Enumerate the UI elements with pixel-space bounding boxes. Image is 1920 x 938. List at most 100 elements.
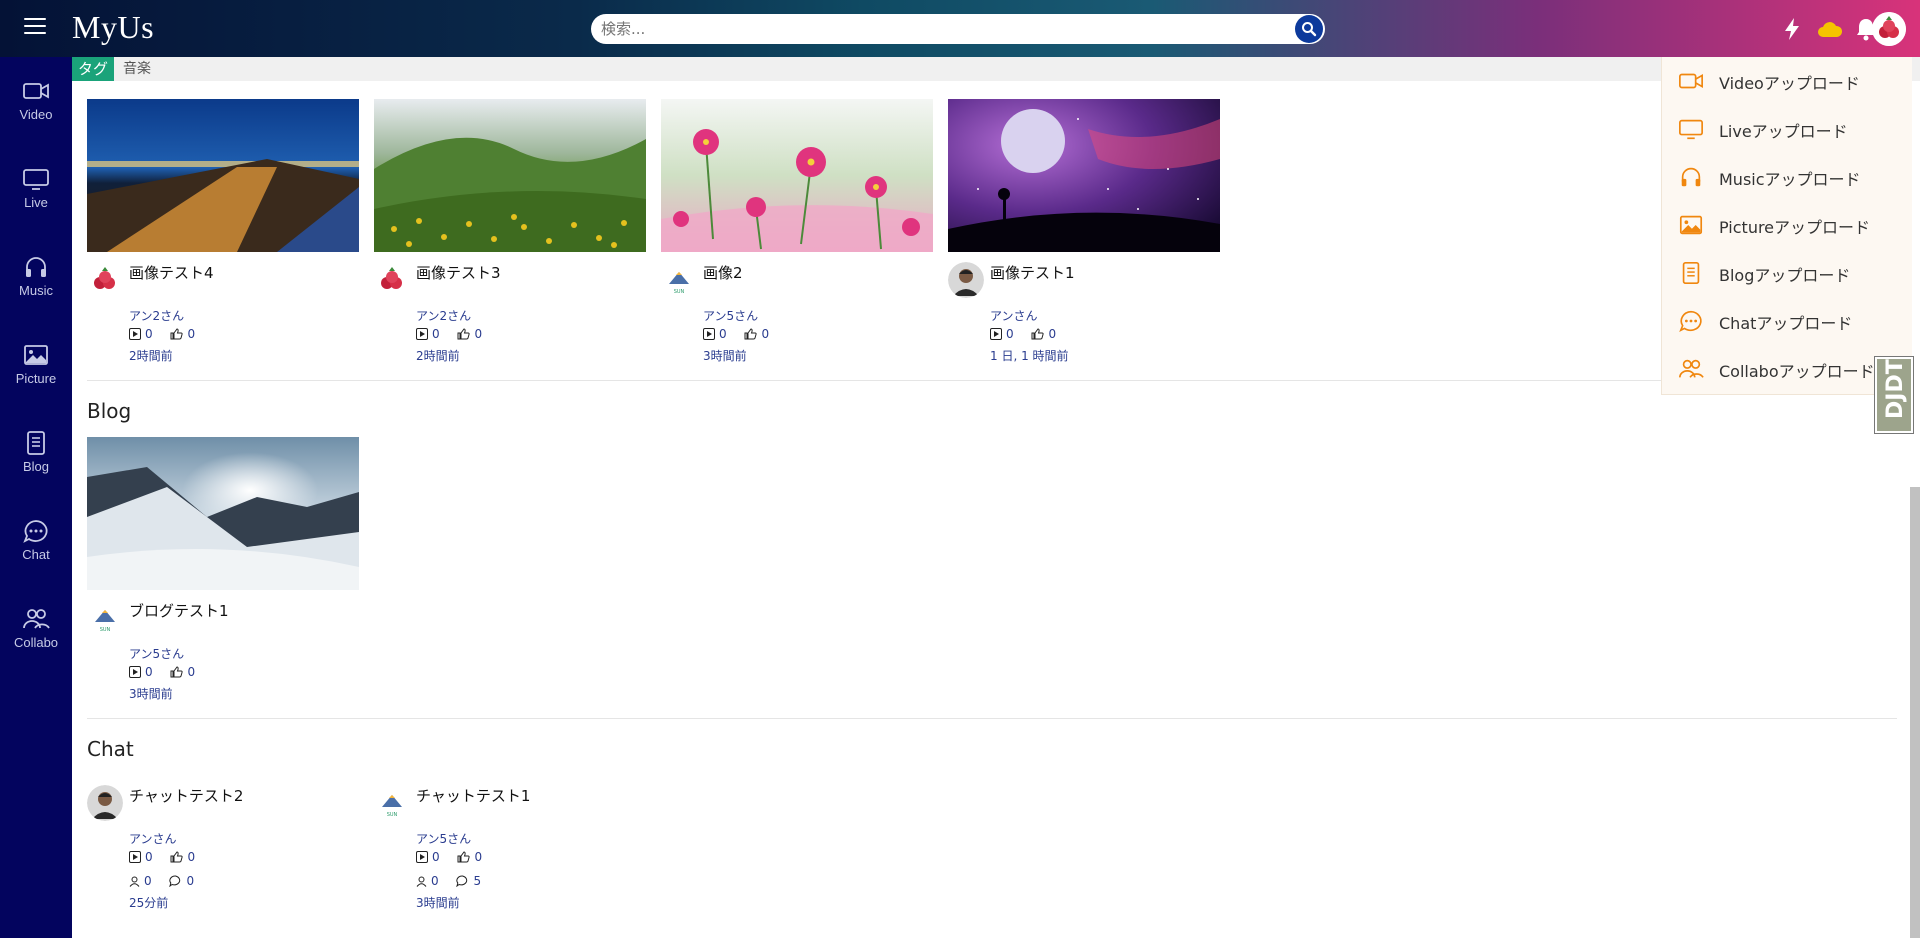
play-icon: [129, 666, 141, 678]
dropdown-item-music-upload[interactable]: Musicアップロード: [1662, 153, 1913, 201]
picture-card[interactable]: 画像テスト1 アンさん 0 0 1 日, 1 時間前: [948, 99, 1220, 363]
author-avatar[interactable]: [374, 262, 410, 298]
search-button[interactable]: [1295, 15, 1323, 43]
card-stats: 0 0: [703, 327, 783, 341]
sidebar-item-video[interactable]: Video: [0, 79, 72, 159]
author-avatar[interactable]: [87, 262, 123, 298]
card-stats: 0 0: [129, 850, 209, 864]
like-icon: [170, 666, 184, 678]
user-avatar[interactable]: [1872, 12, 1906, 46]
user-count: 0: [144, 874, 152, 888]
card-author[interactable]: アンさん: [129, 830, 177, 847]
debug-toolbar-label: DJDT: [1883, 359, 1908, 419]
chat-section-title: Chat: [87, 737, 134, 761]
like-icon: [170, 328, 184, 340]
card-author[interactable]: アン5さん: [416, 830, 471, 847]
author-avatar[interactable]: SUN: [87, 600, 123, 636]
hamburger-menu-icon[interactable]: [24, 18, 46, 36]
card-author[interactable]: アン2さん: [416, 307, 471, 324]
dropdown-item-label: Chatアップロード: [1719, 314, 1853, 333]
card-stats: 0 0: [129, 665, 209, 679]
lightning-icon[interactable]: [1779, 16, 1805, 42]
dropdown-item-label: Collaboアップロード: [1719, 362, 1875, 381]
card-stats: 0 0: [416, 327, 496, 341]
like-count: 0: [187, 665, 196, 679]
author-avatar[interactable]: [87, 785, 123, 821]
card-title[interactable]: 画像テスト4: [129, 262, 214, 283]
card-title[interactable]: チャットテスト1: [416, 785, 530, 806]
play-icon: [990, 328, 1002, 340]
card-title[interactable]: 画像2: [703, 262, 743, 283]
dropdown-item-blog-upload[interactable]: Blogアップロード: [1662, 249, 1913, 297]
picture-thumbnail[interactable]: [87, 99, 359, 252]
upload-dropdown-menu: Videoアップロード Liveアップロード Musicアップロード Pictu…: [1661, 57, 1912, 395]
search-input[interactable]: [601, 14, 1281, 44]
dropdown-item-label: Liveアップロード: [1719, 122, 1848, 141]
comment-icon: [456, 875, 468, 887]
monitor-icon: [1679, 119, 1703, 140]
card-author[interactable]: アン5さん: [129, 645, 184, 662]
picture-icon: [24, 345, 48, 365]
card-stats: 0 0: [416, 850, 496, 864]
card-author[interactable]: アン5さん: [703, 307, 758, 324]
picture-card[interactable]: SUN 画像2 アン5さん 0 0 3時間前: [661, 99, 933, 363]
play-icon: [129, 328, 141, 340]
view-count: 0: [145, 665, 153, 679]
sidebar-item-label: Chat: [22, 547, 50, 562]
sidebar-item-music[interactable]: Music: [0, 255, 72, 335]
card-title[interactable]: 画像テスト3: [416, 262, 501, 283]
like-count: 0: [187, 850, 196, 864]
headphones-icon: [26, 257, 46, 277]
card-chat-stats: 0 5: [416, 874, 495, 888]
picture-card[interactable]: 画像テスト4 アン2さん 0 0 2時間前: [87, 99, 359, 363]
top-header: MyUs: [0, 0, 1920, 57]
picture-thumbnail[interactable]: [948, 99, 1220, 252]
play-icon: [129, 851, 141, 863]
like-icon: [457, 851, 471, 863]
collabo-icon: [1679, 359, 1704, 378]
blog-thumbnail[interactable]: [87, 437, 359, 590]
card-time: 3時間前: [416, 896, 460, 910]
comment-count: 0: [186, 874, 195, 888]
dropdown-item-chat-upload[interactable]: Chatアップロード: [1662, 297, 1913, 345]
tag-label: タグ: [72, 57, 115, 81]
card-author[interactable]: アン2さん: [129, 307, 184, 324]
tag-value[interactable]: 音楽: [123, 57, 151, 81]
sidebar-item-collabo[interactable]: Collabo: [0, 607, 72, 687]
card-title[interactable]: ブログテスト1: [129, 600, 229, 621]
sidebar-item-chat[interactable]: Chat: [0, 519, 72, 599]
page-scrollbar[interactable]: [1910, 487, 1920, 938]
debug-toolbar-handle[interactable]: DJDT: [1875, 357, 1913, 433]
blog-card[interactable]: SUN ブログテスト1 アン5さん 0 0 3時間前: [87, 437, 359, 701]
monitor-icon: [23, 169, 49, 190]
picture-thumbnail[interactable]: [374, 99, 646, 252]
view-count: 0: [1006, 327, 1014, 341]
like-icon: [170, 851, 184, 863]
dropdown-item-live-upload[interactable]: Liveアップロード: [1662, 105, 1913, 153]
comment-icon: [169, 875, 181, 887]
site-logo[interactable]: MyUs: [72, 9, 154, 46]
video-icon: [1679, 73, 1703, 89]
tag-bar: タグ 音楽: [72, 57, 1920, 81]
card-title[interactable]: 画像テスト1: [990, 262, 1075, 283]
dropdown-item-video-upload[interactable]: Videoアップロード: [1662, 57, 1913, 105]
video-icon: [23, 83, 49, 99]
dropdown-item-picture-upload[interactable]: Pictureアップロード: [1662, 201, 1913, 249]
author-avatar[interactable]: SUN: [661, 262, 697, 298]
card-title[interactable]: チャットテスト2: [129, 785, 243, 806]
author-avatar[interactable]: SUN: [374, 785, 410, 821]
picture-thumbnail[interactable]: [661, 99, 933, 252]
sidebar-item-picture[interactable]: Picture: [0, 343, 72, 423]
card-time: 2時間前: [129, 349, 173, 363]
svg-text:SUN: SUN: [100, 627, 111, 633]
sidebar-item-live[interactable]: Live: [0, 167, 72, 247]
sidebar-item-blog[interactable]: Blog: [0, 431, 72, 511]
play-icon: [416, 328, 428, 340]
author-avatar[interactable]: [948, 262, 984, 298]
cloud-icon[interactable]: [1817, 16, 1843, 42]
card-time: 2時間前: [416, 349, 460, 363]
sidebar-item-label: Collabo: [13, 635, 59, 650]
picture-card[interactable]: 画像テスト3 アン2さん 0 0 2時間前: [374, 99, 646, 363]
sidebar-item-label: Live: [24, 195, 48, 210]
card-author[interactable]: アンさん: [990, 307, 1038, 324]
